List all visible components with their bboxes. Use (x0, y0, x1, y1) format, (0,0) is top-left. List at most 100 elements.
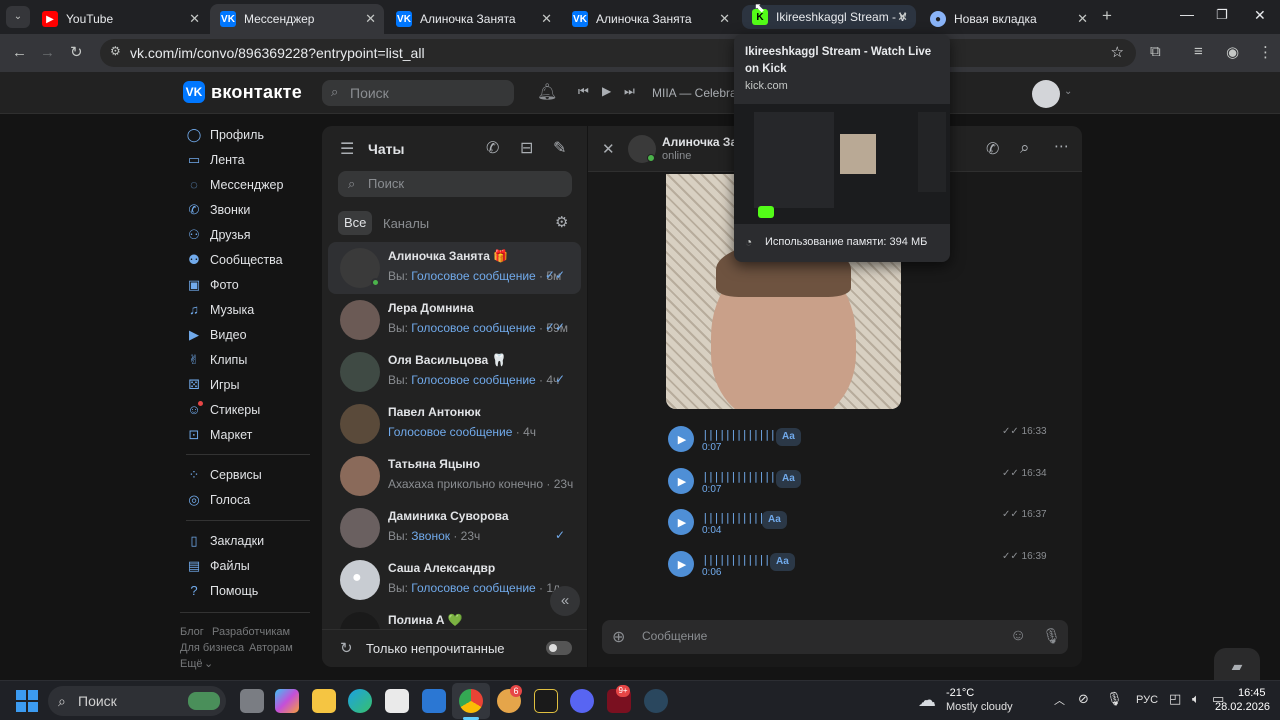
menu-item-messenger[interactable]: ◌ Мессенджер (186, 177, 283, 193)
chat-item-sasha[interactable]: ● Саша Александвр Вы: Голосовое сообщени… (328, 554, 581, 606)
play-button[interactable]: ▶ (668, 509, 694, 535)
menu-item-bookmarks[interactable]: ▯ Закладки (186, 533, 264, 549)
search-icon[interactable]: ⌕ (1020, 138, 1030, 158)
profile-icon[interactable]: ◉ (1226, 43, 1239, 61)
emoji-icon[interactable]: ☺ (1010, 627, 1026, 645)
media-controls-icon[interactable]: ≡ (1194, 43, 1203, 60)
user-avatar[interactable] (1032, 80, 1060, 108)
steam-icon[interactable] (644, 689, 668, 713)
close-tab-icon[interactable]: ✕ (897, 9, 908, 25)
chrome-icon[interactable] (459, 689, 483, 713)
menu-item-friends[interactable]: ⚇ Друзья (186, 227, 250, 243)
menu-item-feed[interactable]: ▭ Лента (186, 152, 245, 168)
transcribe-button[interactable]: Aa (762, 511, 787, 529)
menu-item-stickers[interactable]: ☺ Стикеры (186, 401, 260, 418)
weather-description[interactable]: Mostly cloudy (946, 701, 1013, 713)
archive-icon[interactable]: ⊟ (520, 138, 533, 158)
play-button[interactable]: ▶ (668, 468, 694, 494)
reload-icon[interactable]: ↻ (70, 43, 83, 61)
wifi-icon[interactable]: ◰ (1169, 691, 1181, 707)
close-window-icon[interactable]: ✕ (1254, 7, 1266, 24)
tab-search-button[interactable]: ⌄ (6, 6, 30, 28)
back-icon[interactable]: ← (12, 44, 27, 61)
extensions-icon[interactable]: ⧉ (1150, 43, 1161, 60)
taskbar-search[interactable]: ⌕ Поиск (48, 686, 226, 716)
minimize-window-icon[interactable]: — (1180, 6, 1194, 22)
tab-alinochka-2[interactable]: VK Алиночка Занята ✕ (562, 4, 738, 34)
volume-icon[interactable]: 🔈︎ (1192, 691, 1200, 707)
close-tab-icon[interactable]: ✕ (541, 11, 552, 27)
compose-icon[interactable]: ✎ (553, 138, 566, 158)
menu-item-services[interactable]: ⁘ Сервисы (186, 467, 262, 483)
close-icon[interactable]: ✕ (602, 140, 615, 158)
menu-kebab-icon[interactable]: ⋮ (1258, 43, 1273, 61)
play-button[interactable]: ▶ (668, 426, 694, 452)
weather-temperature[interactable]: -21°C (946, 687, 974, 699)
tab-messenger[interactable]: VK Мессенджер ✕ (210, 4, 384, 34)
network-off-icon[interactable]: ⊘ (1078, 691, 1089, 707)
bookmark-star-icon[interactable]: ☆ (1111, 43, 1124, 61)
forward-icon[interactable]: → (40, 44, 55, 61)
chat-item-pavel[interactable]: Павел Антонюк Голосовое сообщение · 4ч (328, 398, 581, 450)
chat-item-olya[interactable]: Оля Васильцова 🦷 Вы: Голосовое сообщение… (328, 346, 581, 398)
menu-item-calls[interactable]: ✆ Звонки (186, 202, 251, 218)
waveform[interactable]: |||||||||||||| (702, 554, 782, 566)
chat-item-tatyana[interactable]: Татьяна Яцыно Ахахаха прикольно конечно … (328, 450, 581, 502)
microphone-icon[interactable]: 🎙︎ (1042, 627, 1061, 645)
transcribe-button[interactable]: Aa (776, 470, 801, 488)
menu-item-photo[interactable]: ▣ Фото (186, 277, 239, 293)
unread-only-toggle[interactable] (546, 641, 572, 655)
close-tab-icon[interactable]: ✕ (719, 11, 730, 27)
chevron-down-icon[interactable]: ⌄ (1064, 86, 1072, 97)
store-icon[interactable] (385, 689, 409, 713)
current-track-title[interactable]: MIIA — Celebrate (652, 86, 747, 100)
next-track-icon[interactable]: ⏭ (624, 84, 635, 99)
contact-name[interactable]: Алиночка Зан (662, 135, 744, 149)
clock-time[interactable]: 16:45 (1238, 687, 1266, 699)
tab-youtube[interactable]: ▶ YouTube ✕ (32, 4, 208, 34)
hamburger-menu-icon[interactable]: ☰ (340, 139, 354, 159)
transcribe-button[interactable]: Aa (770, 553, 795, 571)
collapse-panel-button[interactable]: « (550, 586, 580, 616)
menu-item-clips[interactable]: ✌ Клипы (186, 352, 248, 368)
footer-link-authors[interactable]: Авторам (249, 642, 293, 654)
close-tab-icon[interactable]: ✕ (189, 11, 200, 27)
copilot-icon[interactable] (275, 689, 299, 713)
menu-item-market[interactable]: ⊡ Маркет (186, 427, 253, 443)
vk-search-input[interactable]: ⌕ Поиск (322, 80, 514, 106)
windows-start-icon[interactable] (16, 690, 38, 712)
input-language[interactable]: РУС (1136, 694, 1158, 706)
microphone-tray-icon[interactable]: 🎙︎ (1106, 691, 1123, 707)
tab-kick-stream[interactable]: K Ikireeshkaggl Stream - Watc ✕ (742, 5, 916, 29)
outlook-icon[interactable] (422, 689, 446, 713)
chat-settings-icon[interactable]: ⚙ (555, 213, 568, 231)
play-track-icon[interactable]: ▶ (602, 84, 611, 98)
app-icon[interactable] (570, 689, 594, 713)
notifications-bell-icon[interactable]: 🔔︎ (537, 82, 557, 102)
more-options-icon[interactable]: ⋯ (1054, 137, 1069, 155)
menu-item-games[interactable]: ⚄ Игры (186, 377, 239, 393)
close-tab-icon[interactable]: ✕ (365, 11, 376, 27)
footer-link-more[interactable]: Ещё (180, 658, 203, 670)
footer-link-developers[interactable]: Разработчикам (212, 626, 290, 638)
menu-item-video[interactable]: ▶ Видео (186, 327, 247, 343)
chat-item-daminika[interactable]: Даминика Суворова Вы: Звонок · 23ч ✓ (328, 502, 581, 554)
menu-item-help[interactable]: ? Помощь (186, 583, 258, 599)
previous-track-icon[interactable]: ⏮ (578, 84, 589, 99)
tab-alinochka-1[interactable]: VK Алиночка Занята ✕ (386, 4, 560, 34)
restore-window-icon[interactable]: ❐ (1216, 7, 1228, 23)
menu-item-music[interactable]: ♫ Музыка (186, 302, 254, 318)
new-tab-button[interactable]: + (1102, 6, 1112, 26)
play-button[interactable]: ▶ (668, 551, 694, 577)
address-bar[interactable]: ⚙ vk.com/im/convo/896369228?entrypoint=l… (100, 39, 1136, 67)
file-explorer-icon[interactable] (312, 689, 336, 713)
tab-channels[interactable]: Каналы (383, 216, 429, 231)
tab-all-chats[interactable]: Все (338, 211, 373, 235)
chat-item-alinochka[interactable]: Алиночка Занята 🎁 Вы: Голосовое сообщени… (328, 242, 581, 294)
clock-date[interactable]: 28.02.2026 (1215, 701, 1270, 713)
chats-search-input[interactable]: ⌕ Поиск (338, 171, 572, 197)
close-tab-icon[interactable]: ✕ (1077, 11, 1088, 27)
site-info-icon[interactable]: ⚙ (110, 44, 121, 58)
vk-logo[interactable]: VK вконтакте (183, 81, 302, 103)
chat-item-lera[interactable]: Лера Домнина Вы: Голосовое сообщение · 5… (328, 294, 581, 346)
